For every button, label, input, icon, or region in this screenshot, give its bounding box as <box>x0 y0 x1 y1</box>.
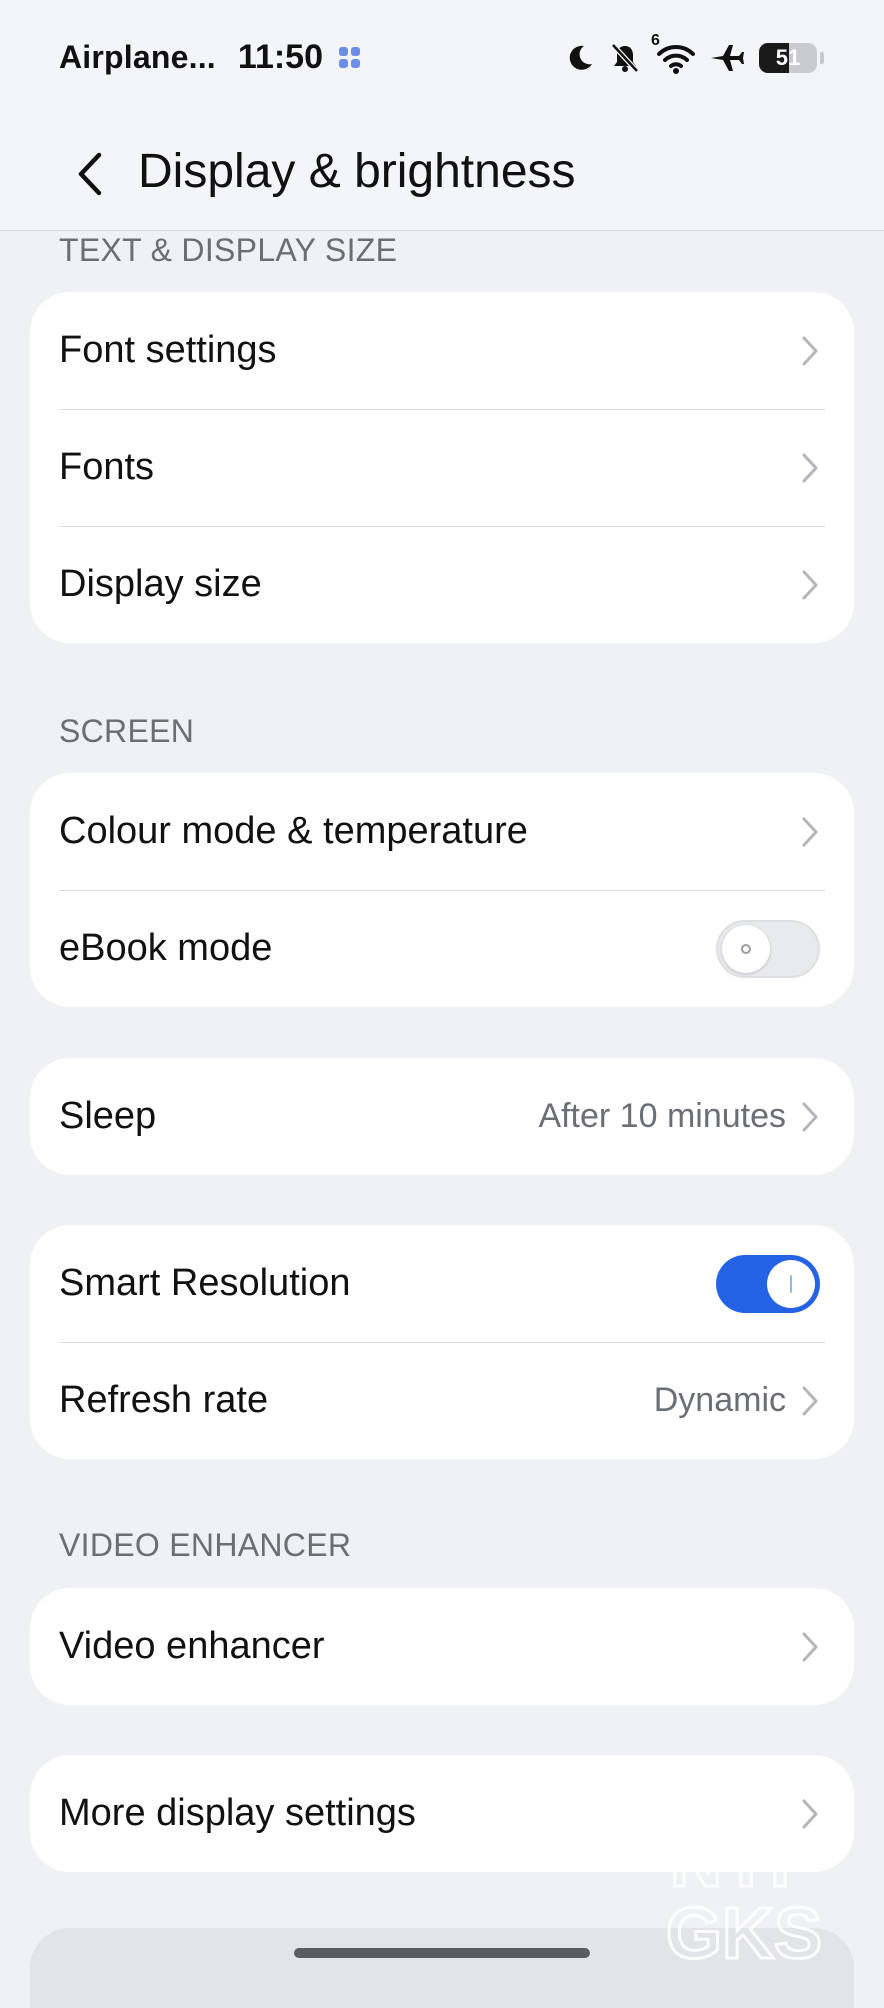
wifi-badge: 6 <box>651 32 660 49</box>
home-indicator[interactable] <box>294 1948 590 1958</box>
watermark-logo: NYP GKS <box>664 1822 823 1964</box>
section-label-text-display: TEXT & DISPLAY SIZE <box>59 232 398 268</box>
chevron-right-icon <box>802 1102 818 1131</box>
video-enhancer-label: Video enhancer <box>59 1625 325 1667</box>
card-resolution: Smart Resolution Refresh rate Dynamic <box>30 1225 854 1459</box>
ebook-mode-label: eBook mode <box>59 927 273 969</box>
chevron-left-icon <box>78 152 102 196</box>
smart-resolution-item: Smart Resolution <box>30 1225 854 1342</box>
section-label-video: VIDEO ENHANCER <box>59 1527 352 1563</box>
card-text-display: Font settings Fonts Display size <box>30 292 854 643</box>
section-label-screen: SCREEN <box>59 713 195 749</box>
sleep-item[interactable]: Sleep After 10 minutes <box>30 1058 854 1175</box>
chevron-right-icon <box>802 1632 818 1661</box>
fonts-label: Fonts <box>59 446 155 488</box>
chevron-right-icon <box>802 336 818 365</box>
status-clock: 11:50 <box>237 38 323 76</box>
moon-icon <box>569 45 592 70</box>
airplane-icon <box>711 45 744 71</box>
font-settings-item[interactable]: Font settings <box>30 292 854 409</box>
smart-resolution-toggle[interactable] <box>716 1254 820 1313</box>
watermark-line2: GKS <box>666 1894 822 1964</box>
wifi-icon <box>657 44 695 74</box>
refresh-rate-value: Dynamic <box>653 1381 786 1419</box>
smart-resolution-label: Smart Resolution <box>59 1262 351 1304</box>
app-grid-icon <box>339 46 361 69</box>
colour-mode-label: Colour mode & temperature <box>59 810 528 852</box>
font-settings-label: Font settings <box>59 329 277 371</box>
card-video: Video enhancer <box>30 1588 854 1705</box>
header: Display & brightness <box>0 120 884 231</box>
watermark-line1: NYP <box>670 1822 818 1902</box>
card-screen: Colour mode & temperature eBook mode <box>30 773 854 1007</box>
battery-icon: 51 <box>759 43 817 73</box>
chevron-right-icon <box>802 570 818 599</box>
chevron-right-icon <box>802 453 818 482</box>
chevron-right-icon <box>802 1386 818 1415</box>
status-bar: Airplane... 11:50 6 51 <box>0 0 884 120</box>
fonts-item[interactable]: Fonts <box>30 409 854 526</box>
ebook-mode-item: eBook mode <box>30 890 854 1007</box>
chevron-right-icon <box>802 817 818 846</box>
battery-percent: 51 <box>775 45 801 70</box>
status-icons: 6 51 <box>565 32 824 74</box>
refresh-rate-item[interactable]: Refresh rate Dynamic <box>30 1342 854 1459</box>
status-mode-label: Airplane... <box>59 39 216 75</box>
sleep-label: Sleep <box>59 1095 157 1137</box>
toggle-knob <box>722 924 770 973</box>
wifi-indicator: 6 <box>651 32 695 74</box>
toggle-knob <box>767 1259 815 1308</box>
bell-off-icon <box>611 43 639 73</box>
sleep-value: After 10 minutes <box>538 1097 786 1135</box>
card-sleep: Sleep After 10 minutes <box>30 1058 854 1175</box>
display-size-item[interactable]: Display size <box>30 526 854 643</box>
ebook-mode-toggle[interactable] <box>716 919 820 978</box>
display-size-label: Display size <box>59 563 262 605</box>
refresh-rate-label: Refresh rate <box>59 1379 269 1421</box>
status-left: Airplane... 11:50 <box>59 38 361 77</box>
battery-tip <box>820 52 824 64</box>
video-enhancer-item[interactable]: Video enhancer <box>30 1588 854 1705</box>
page-title: Display & brightness <box>138 145 576 198</box>
colour-mode-item[interactable]: Colour mode & temperature <box>30 773 854 890</box>
back-button[interactable] <box>62 142 116 206</box>
